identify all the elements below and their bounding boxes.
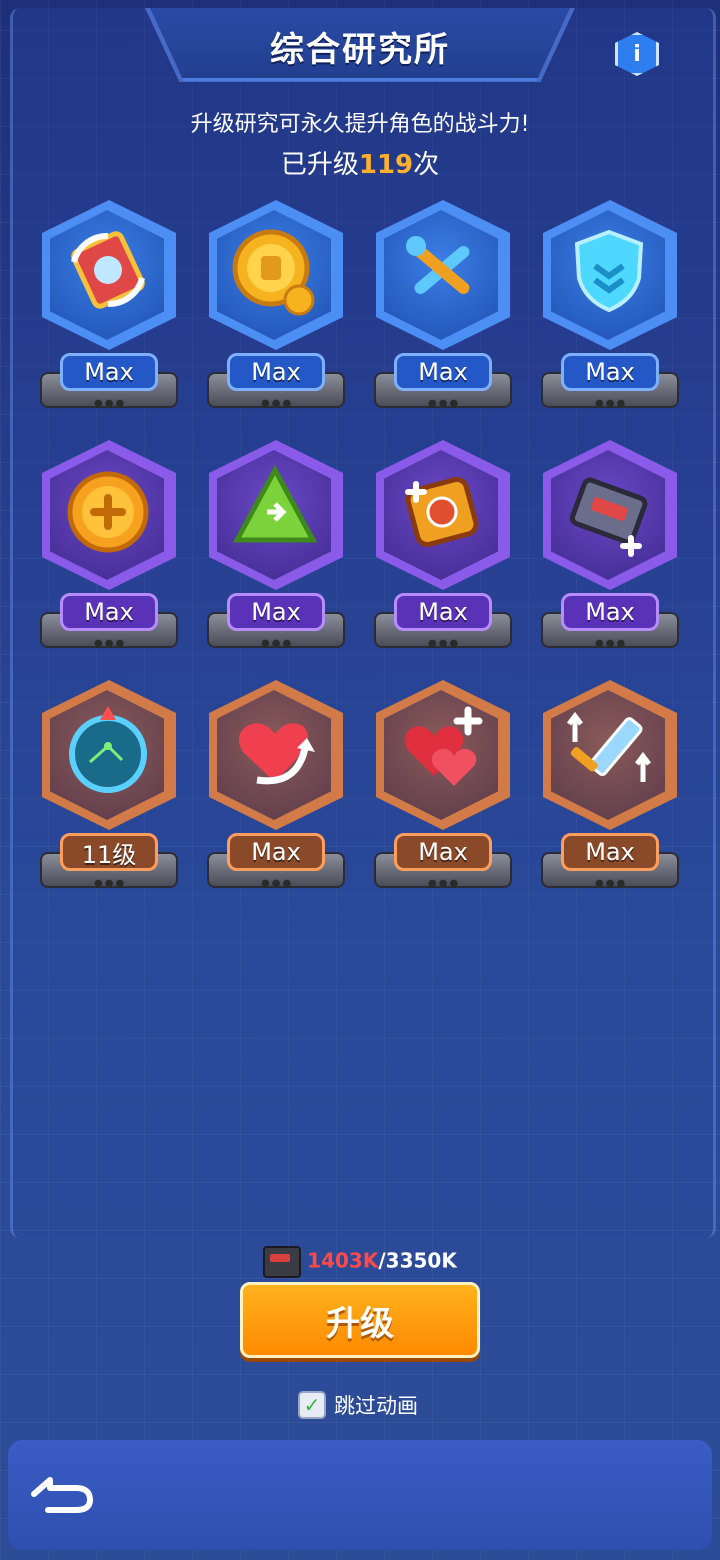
research-item-level: Max [60,593,158,631]
plus-coin-icon [67,471,149,553]
research-item[interactable]: ●●● Max [541,200,679,410]
info-icon: i [633,41,641,67]
hearts-plus-icon [404,706,483,786]
cassette-icon [263,1246,302,1278]
gold-coin-icon [232,229,315,316]
research-item[interactable]: ●●● Max [374,200,512,410]
skip-animation-toggle[interactable]: ✓ 跳过动画 [298,1390,418,1420]
resource-current: 1403K [307,1248,379,1273]
research-item[interactable]: ●●● Max [374,680,512,890]
wrench-screwdriver-icon [406,236,470,294]
research-item-level: Max [60,353,158,391]
back-arrow-icon[interactable] [26,1470,96,1516]
heart-arrow-icon [238,723,315,785]
card-cycle-icon [71,231,145,309]
upgrade-count: 已升级119次 [0,144,720,181]
skip-animation-label: 跳过动画 [334,1394,418,1418]
research-item-level: Max [227,833,325,871]
recycle-icon [232,464,318,543]
research-item[interactable]: ●●● Max [374,440,512,650]
research-item-level: 11级 [60,833,158,871]
bottom-bar [8,1440,712,1550]
shield-icon [574,229,644,313]
subtitle: 升级研究可永久提升角色的战斗力! [190,112,530,137]
fuel-canister-icon [405,476,479,548]
resource-max: 3350K [385,1248,457,1273]
page-title: 综合研究所 [270,30,450,70]
research-item-level: Max [561,353,659,391]
research-item-level: Max [394,833,492,871]
research-item[interactable]: ●●● Max [207,680,345,890]
research-item-level: Max [561,833,659,871]
research-item[interactable]: ●●● Max [541,440,679,650]
research-item-level: Max [227,353,325,391]
resource-separator: / [378,1248,386,1273]
research-item[interactable]: ●●● Max [541,680,679,890]
upgrade-count-suffix: 次 [413,150,440,180]
research-item-level: Max [394,353,492,391]
research-item[interactable]: ●●● Max [207,200,345,410]
resource-counter: 1403K/3350K [0,1246,720,1278]
skip-animation-checkbox[interactable]: ✓ [298,1391,326,1419]
research-item[interactable]: ●●● Max [40,200,178,410]
upgrade-count-prefix: 已升级 [280,150,359,180]
research-item-level: Max [561,593,659,631]
upgrade-count-value: 119 [358,150,414,180]
research-item-level: Max [227,593,325,631]
research-item-level: Max [394,593,492,631]
research-item[interactable]: ●●● Max [40,440,178,650]
sword-up-icon [567,711,651,782]
research-item[interactable]: ●●● Max [207,440,345,650]
radar-icon [69,706,147,793]
cassette-plus-icon [569,477,648,557]
upgrade-button[interactable]: 升级 [240,1282,480,1358]
research-item[interactable]: ●●● 11级 [40,680,178,890]
